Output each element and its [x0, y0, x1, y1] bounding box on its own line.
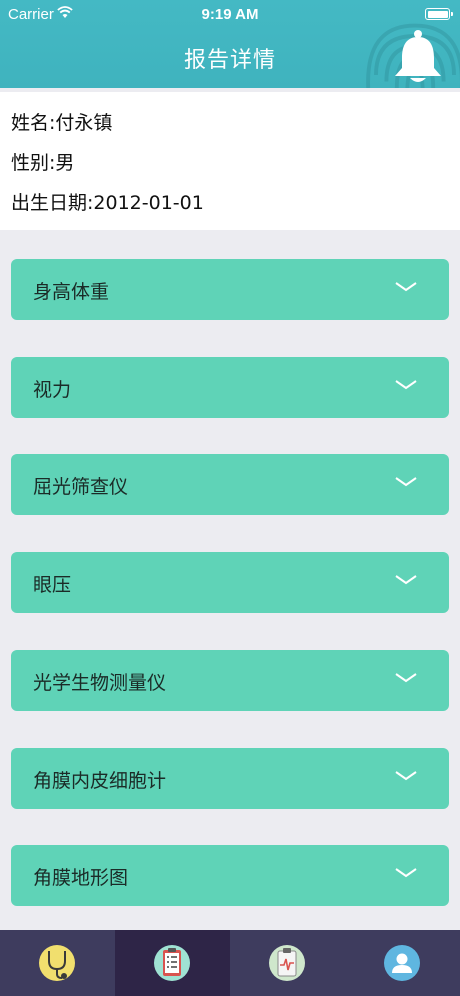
- chevron-down-icon[interactable]: [395, 476, 417, 488]
- report-section[interactable]: 角膜地形图: [11, 845, 449, 906]
- tab-health-record[interactable]: [230, 930, 345, 996]
- chevron-down-icon[interactable]: [395, 281, 417, 293]
- chevron-down-icon[interactable]: [395, 379, 417, 391]
- chevron-down-icon[interactable]: [395, 770, 417, 782]
- patient-birthdate: 出生日期:2012-01-01: [11, 192, 204, 214]
- tab-reports[interactable]: [115, 930, 230, 996]
- chevron-down-icon[interactable]: [395, 867, 417, 879]
- report-section[interactable]: 视力: [11, 357, 449, 418]
- section-label: 屈光筛查仪: [33, 476, 129, 498]
- phone-screen: Carrier 9:19 AM 报告详情 姓名:付永镇 性别:男 出生日期:20…: [0, 0, 460, 996]
- patient-gender: 性别:男: [11, 152, 75, 174]
- navigation-header: Carrier 9:19 AM 报告详情: [0, 0, 460, 88]
- chevron-down-icon[interactable]: [395, 574, 417, 586]
- bell-icon[interactable]: [390, 28, 446, 86]
- battery-icon: [425, 8, 453, 20]
- tab-bar: [0, 930, 460, 996]
- profile-card: 姓名:付永镇 性别:男 出生日期:2012-01-01: [0, 92, 460, 230]
- section-label: 角膜地形图: [33, 867, 129, 889]
- report-section[interactable]: 身高体重: [11, 259, 449, 320]
- section-label: 视力: [33, 379, 72, 401]
- tab-profile[interactable]: [345, 930, 460, 996]
- section-label: 角膜内皮细胞计: [33, 770, 167, 792]
- stethoscope-icon: [39, 945, 75, 981]
- status-time: 9:19 AM: [201, 6, 259, 23]
- checklist-clipboard-icon: [154, 945, 190, 981]
- status-bar: Carrier 9:19 AM: [0, 0, 460, 30]
- report-section[interactable]: 眼压: [11, 552, 449, 613]
- medical-report-clipboard-icon: [269, 945, 305, 981]
- user-profile-icon: [384, 945, 420, 981]
- section-label: 光学生物测量仪: [33, 672, 167, 694]
- patient-name: 姓名:付永镇: [11, 112, 113, 134]
- report-section[interactable]: 屈光筛查仪: [11, 454, 449, 515]
- section-label: 身高体重: [33, 281, 110, 303]
- report-section[interactable]: 角膜内皮细胞计: [11, 748, 449, 809]
- section-label: 眼压: [33, 574, 72, 596]
- tab-doctor[interactable]: [0, 930, 115, 996]
- report-section[interactable]: 光学生物测量仪: [11, 650, 449, 711]
- chevron-down-icon[interactable]: [395, 672, 417, 684]
